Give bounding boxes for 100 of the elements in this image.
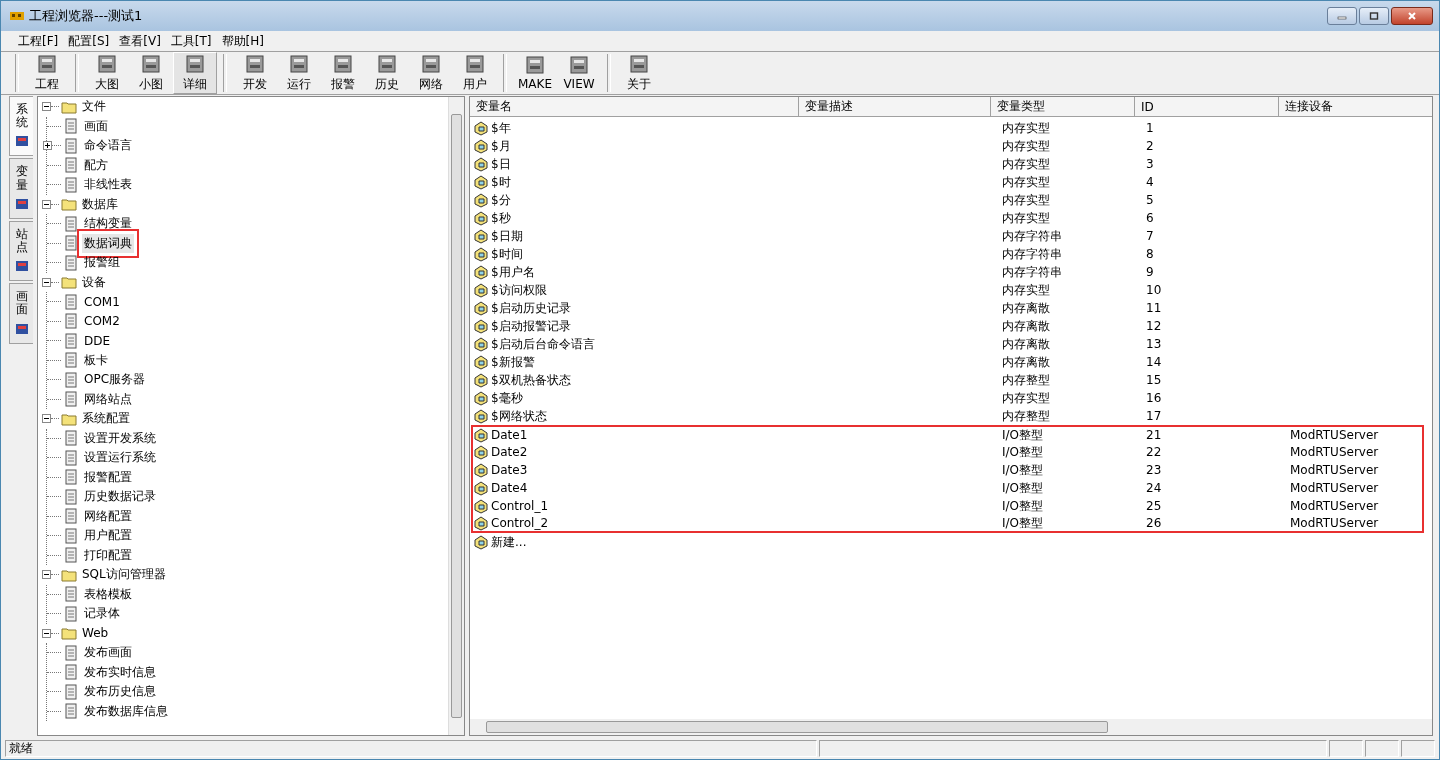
menu-item[interactable]: 工程[F] bbox=[13, 32, 64, 50]
collapse-toggle-icon[interactable] bbox=[42, 570, 51, 580]
menu-item[interactable]: 帮助[H] bbox=[216, 32, 269, 50]
toolbar-button[interactable]: 关于 bbox=[617, 52, 661, 94]
toolbar-icon bbox=[525, 55, 545, 75]
variable-name[interactable]: $启动后台命令语言 bbox=[491, 335, 595, 353]
variable-name[interactable]: $新报警 bbox=[491, 353, 535, 371]
tree-item[interactable]: 打印配置 bbox=[82, 545, 134, 565]
variable-name[interactable]: $访问权限 bbox=[491, 281, 547, 299]
side-tab[interactable]: 系统 bbox=[9, 96, 33, 157]
toolbar-button[interactable]: 网络 bbox=[409, 52, 453, 94]
close-button[interactable] bbox=[1391, 7, 1433, 25]
tree-item[interactable]: 报警配置 bbox=[82, 467, 134, 487]
side-tab[interactable]: 站点 bbox=[9, 220, 33, 282]
toolbar-button[interactable]: 报警 bbox=[321, 52, 365, 94]
menu-item[interactable]: 查看[V] bbox=[114, 32, 166, 50]
tree-item[interactable]: 设置开发系统 bbox=[82, 428, 158, 448]
variable-name[interactable]: $时 bbox=[491, 173, 511, 191]
menu-item[interactable]: 配置[S] bbox=[63, 32, 115, 50]
maximize-button[interactable] bbox=[1359, 7, 1389, 25]
tree-item[interactable]: Web bbox=[80, 625, 111, 642]
toolbar-button[interactable]: 开发 bbox=[233, 52, 277, 94]
connected-device: ModRTUServer bbox=[1290, 516, 1379, 530]
toolbar-button[interactable]: MAKE bbox=[513, 52, 557, 94]
variable-name[interactable]: $网络状态 bbox=[491, 407, 547, 425]
new-variable-item[interactable]: 新建... bbox=[491, 533, 527, 551]
variable-name[interactable]: Date4 bbox=[491, 481, 528, 495]
tree-item[interactable]: 网络站点 bbox=[82, 389, 134, 409]
tree-item[interactable]: 板卡 bbox=[82, 350, 110, 370]
variable-name[interactable]: $分 bbox=[491, 191, 511, 209]
menu-item[interactable]: 工具[T] bbox=[165, 32, 217, 50]
side-tab[interactable]: 画面 bbox=[9, 283, 33, 344]
tree-item[interactable]: 报警组 bbox=[82, 253, 122, 273]
variable-name[interactable]: $启动历史记录 bbox=[491, 299, 571, 317]
tree-item[interactable]: 数据库 bbox=[80, 194, 120, 214]
tree-item[interactable]: 发布实时信息 bbox=[82, 662, 158, 682]
tree-item[interactable]: 用户配置 bbox=[82, 526, 134, 546]
column-header[interactable]: 变量名 bbox=[470, 97, 799, 117]
tree-item[interactable]: 记录体 bbox=[82, 604, 122, 624]
tree-item[interactable]: COM1 bbox=[82, 293, 122, 310]
tree-item[interactable]: 文件 bbox=[80, 97, 108, 117]
toolbar-button[interactable]: 详细 bbox=[173, 52, 217, 94]
tree-item[interactable]: 表格模板 bbox=[82, 584, 134, 604]
column-header[interactable]: 变量描述 bbox=[799, 97, 991, 117]
variable-name[interactable]: $日 bbox=[491, 155, 511, 173]
variable-name[interactable]: $毫秒 bbox=[491, 389, 523, 407]
horizontal-scrollbar[interactable] bbox=[470, 719, 1432, 735]
tree-item[interactable]: 发布数据库信息 bbox=[82, 701, 170, 721]
tree-item[interactable]: 画面 bbox=[82, 116, 110, 136]
column-header[interactable]: 变量类型 bbox=[991, 97, 1135, 117]
variable-name[interactable]: Date3 bbox=[491, 463, 528, 477]
variable-name[interactable]: Date1 bbox=[491, 428, 528, 442]
variable-id: 16 bbox=[1146, 391, 1162, 405]
tree-item[interactable]: 网络配置 bbox=[82, 506, 134, 526]
tree-item[interactable]: DDE bbox=[82, 332, 113, 349]
variable-name[interactable]: Control_2 bbox=[491, 516, 548, 530]
toolbar-button[interactable]: 历史 bbox=[365, 52, 409, 94]
collapse-toggle-icon[interactable] bbox=[42, 199, 51, 209]
toolbar-button[interactable]: 工程 bbox=[25, 52, 69, 94]
toolbar-button[interactable]: 运行 bbox=[277, 52, 321, 94]
collapse-toggle-icon[interactable] bbox=[42, 628, 51, 638]
expand-toggle-icon[interactable] bbox=[43, 141, 52, 151]
tree-item[interactable]: SQL访问管理器 bbox=[80, 565, 168, 585]
toolbar-button[interactable]: VIEW bbox=[557, 52, 601, 94]
tree-item[interactable]: 发布历史信息 bbox=[82, 682, 158, 702]
collapse-toggle-icon[interactable] bbox=[42, 102, 51, 112]
tree-item[interactable]: COM2 bbox=[82, 313, 122, 330]
tree-item[interactable]: 结构变量 bbox=[82, 214, 134, 234]
tree-item[interactable]: 设备 bbox=[80, 272, 108, 292]
variable-name[interactable]: $秒 bbox=[491, 209, 511, 227]
variable-name[interactable]: $月 bbox=[491, 137, 511, 155]
variable-name[interactable]: Date2 bbox=[491, 445, 528, 459]
collapse-toggle-icon[interactable] bbox=[42, 277, 51, 287]
variable-name[interactable]: $日期 bbox=[491, 227, 523, 245]
variable-name[interactable]: $启动报警记录 bbox=[491, 317, 571, 335]
tree-item[interactable]: 系统配置 bbox=[80, 409, 132, 429]
connected-device: ModRTUServer bbox=[1290, 445, 1379, 459]
tree-item[interactable]: 设置运行系统 bbox=[82, 448, 158, 468]
toolbar-button[interactable]: 用户 bbox=[453, 52, 497, 94]
variable-name[interactable]: $用户名 bbox=[491, 263, 535, 281]
tree-item[interactable]: 非线性表 bbox=[82, 175, 134, 195]
tree-item[interactable]: 配方 bbox=[82, 155, 110, 175]
variable-id: 7 bbox=[1146, 229, 1154, 243]
vertical-scrollbar[interactable] bbox=[448, 97, 464, 735]
variable-type: 内存实型 bbox=[1002, 209, 1050, 227]
column-header[interactable]: ID bbox=[1135, 97, 1279, 117]
side-tab[interactable]: 变量 bbox=[9, 158, 33, 219]
variable-name[interactable]: $双机热备状态 bbox=[491, 371, 571, 389]
tree-item[interactable]: 历史数据记录 bbox=[82, 487, 158, 507]
variable-name[interactable]: Control_1 bbox=[491, 499, 548, 513]
toolbar-button[interactable]: 小图 bbox=[129, 52, 173, 94]
tree-item[interactable]: 发布画面 bbox=[82, 643, 134, 663]
tree-item[interactable]: 命令语言 bbox=[82, 136, 134, 156]
column-header[interactable]: 连接设备 bbox=[1279, 97, 1432, 117]
tree-item[interactable]: OPC服务器 bbox=[82, 370, 148, 390]
variable-name[interactable]: $时间 bbox=[491, 245, 523, 263]
toolbar-button[interactable]: 大图 bbox=[85, 52, 129, 94]
status-text: 就绪 bbox=[5, 739, 817, 757]
variable-name[interactable]: $年 bbox=[491, 119, 511, 137]
collapse-toggle-icon[interactable] bbox=[42, 414, 51, 424]
